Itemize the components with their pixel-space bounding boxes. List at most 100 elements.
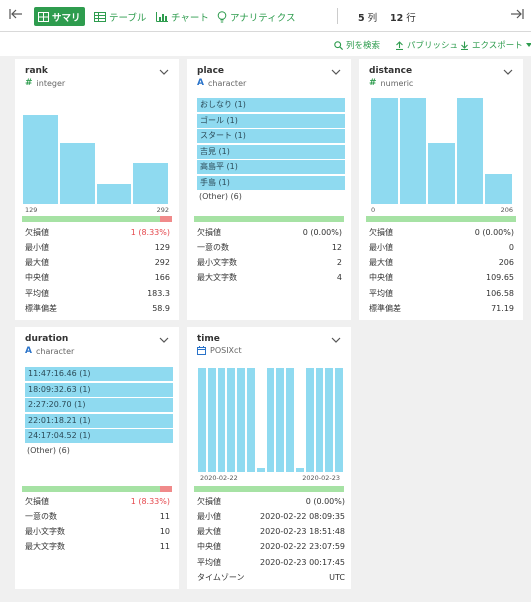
tab-summary[interactable]: サマリ [34,7,85,26]
stat-value: 58.9 [152,304,170,313]
histogram-bar[interactable] [227,368,236,472]
stat-row: 一意の数 11 [25,509,170,523]
chevron-down-icon[interactable] [159,69,169,75]
stat-row: タイムゾーン UTC [197,571,345,585]
category-row[interactable]: 22:01:18.21 (1) [25,413,173,428]
column-card-place[interactable]: place A character おしなり (1) ゴール (1) スタート (1… [187,59,351,320]
stat-row: 欠損値 0 (0.00%) [197,494,345,508]
column-name: place [197,66,225,76]
stat-row: 中央値 109.65 [369,271,514,285]
collapse-left-icon[interactable] [8,8,24,24]
histogram-bar[interactable] [247,368,255,472]
chevron-down-icon[interactable] [159,337,169,343]
tab-chart[interactable]: チャート [152,7,213,26]
column-type-label: character [35,346,75,356]
histogram-bar[interactable] [325,368,334,472]
stat-value: 106.58 [486,288,514,298]
histogram-bar[interactable] [237,368,245,472]
stat-label: 欠損値 [197,227,221,237]
category-row[interactable]: 11:47:16.46 (1) [25,367,173,381]
histogram-bar[interactable] [198,368,206,472]
histogram-bar[interactable] [276,368,285,472]
column-count-unit: 列 [367,13,378,24]
category-row[interactable]: 高島平 (1) [197,160,345,174]
histogram-bar[interactable] [133,162,168,204]
export-button[interactable]: エクスポート [460,39,531,51]
category-row[interactable]: ゴール (1) [197,113,345,128]
tab-analytics[interactable]: アナリティクス [213,7,299,26]
column-card-rank[interactable]: rank # integer 129 292 欠損値 1 (8.33%) 最小値 12… [15,59,179,320]
tab-table[interactable]: テーブル [90,7,150,26]
histogram-bar[interactable] [59,142,95,204]
stat-label: 最小文字数 [197,258,237,268]
completeness-bar [366,216,516,222]
tab-analytics-label: アナリティクス [230,12,296,24]
histogram-bar[interactable] [399,98,427,204]
stat-row: 欠損値 1 (8.33%) [25,494,170,508]
histogram-bar[interactable] [428,142,455,204]
histogram-bar[interactable] [485,174,512,204]
stat-row: 最大値 206 [369,256,514,270]
publish-button[interactable]: パブリッシュ [395,39,458,51]
histogram-bar[interactable] [96,184,132,204]
stat-value: 206 [498,258,514,268]
category-row[interactable]: 18:09:32.63 (1) [25,382,173,397]
search-columns-label: 列を検索 [346,41,381,51]
download-icon [461,41,468,50]
stat-label: 標準偏差 [369,304,401,313]
bulb-icon [217,10,227,22]
stat-value: 0 (0.00%) [302,227,342,237]
histogram-bar[interactable] [371,98,398,204]
column-card-duration[interactable]: duration A character 11:47:16.46 (1) 18:0… [15,327,179,589]
other-categories: (Other) (6) [27,446,70,455]
histogram-bar[interactable] [256,467,265,472]
chevron-down-icon[interactable] [503,69,513,75]
chevron-down-icon[interactable] [331,69,341,75]
column-type-label: numeric [380,78,414,88]
expand-right-icon[interactable] [509,8,525,24]
tab-summary-label: サマリ [52,12,81,24]
histogram-bar[interactable] [335,368,343,472]
stat-row: 平均値 2020-02-23 00:17:45 [197,555,345,569]
chevron-down-icon[interactable] [331,337,341,343]
stat-label: 中央値 [197,542,221,552]
histogram-bar[interactable] [286,368,294,472]
category-row[interactable]: おしなり (1) [197,98,345,112]
category-row[interactable]: 吉見 (1) [197,144,345,159]
stat-value: 0 (0.00%) [305,496,345,506]
stat-label: 最大値 [197,527,221,537]
category-row[interactable]: 手島 (1) [197,175,345,190]
histogram-bar[interactable] [305,368,314,472]
column-name: duration [25,334,69,344]
completeness-bar [194,216,344,222]
stat-row: 欠損値 0 (0.00%) [197,225,342,239]
stat-value: 166 [154,273,170,283]
stat-label: 中央値 [25,273,49,283]
chart-icon [156,11,168,22]
histogram-bar[interactable] [266,368,275,472]
histogram-bar[interactable] [296,467,304,472]
column-card-time[interactable]: time POSIXct 2020-02-22 2020-02-23 欠損値 0 … [187,327,351,589]
axis-max-label: 292 [156,206,169,214]
row-count-unit: 行 [406,13,416,24]
tab-chart-label: チャート [171,12,209,24]
stat-value: 2020-02-23 00:17:45 [260,557,345,567]
histogram-bar[interactable] [315,368,324,472]
column-type: # numeric [369,78,413,88]
search-columns-button[interactable]: 列を検索 [334,39,380,51]
category-row[interactable]: 2:27:20.70 (1) [25,398,173,412]
histogram-bar[interactable] [217,368,226,472]
axis-min-label: 0 [371,206,376,214]
column-card-distance[interactable]: distance # numeric 0 206 欠損値 0 (0.00%) 最小値… [359,59,523,320]
histogram-bar[interactable] [207,368,216,472]
histogram-bar[interactable] [456,98,484,204]
stat-value: 2020-02-22 23:07:59 [260,542,345,552]
stat-label: 欠損値 [25,496,49,506]
stat-row: 最小文字数 10 [25,525,170,539]
category-row[interactable]: 24:17:04.52 (1) [25,429,173,443]
stat-value: 2 [336,258,342,268]
calendar-icon [197,346,206,355]
stat-row: 最小値 129 [25,240,170,254]
histogram-bar[interactable] [23,115,58,204]
category-row[interactable]: スタート (1) [197,129,345,143]
